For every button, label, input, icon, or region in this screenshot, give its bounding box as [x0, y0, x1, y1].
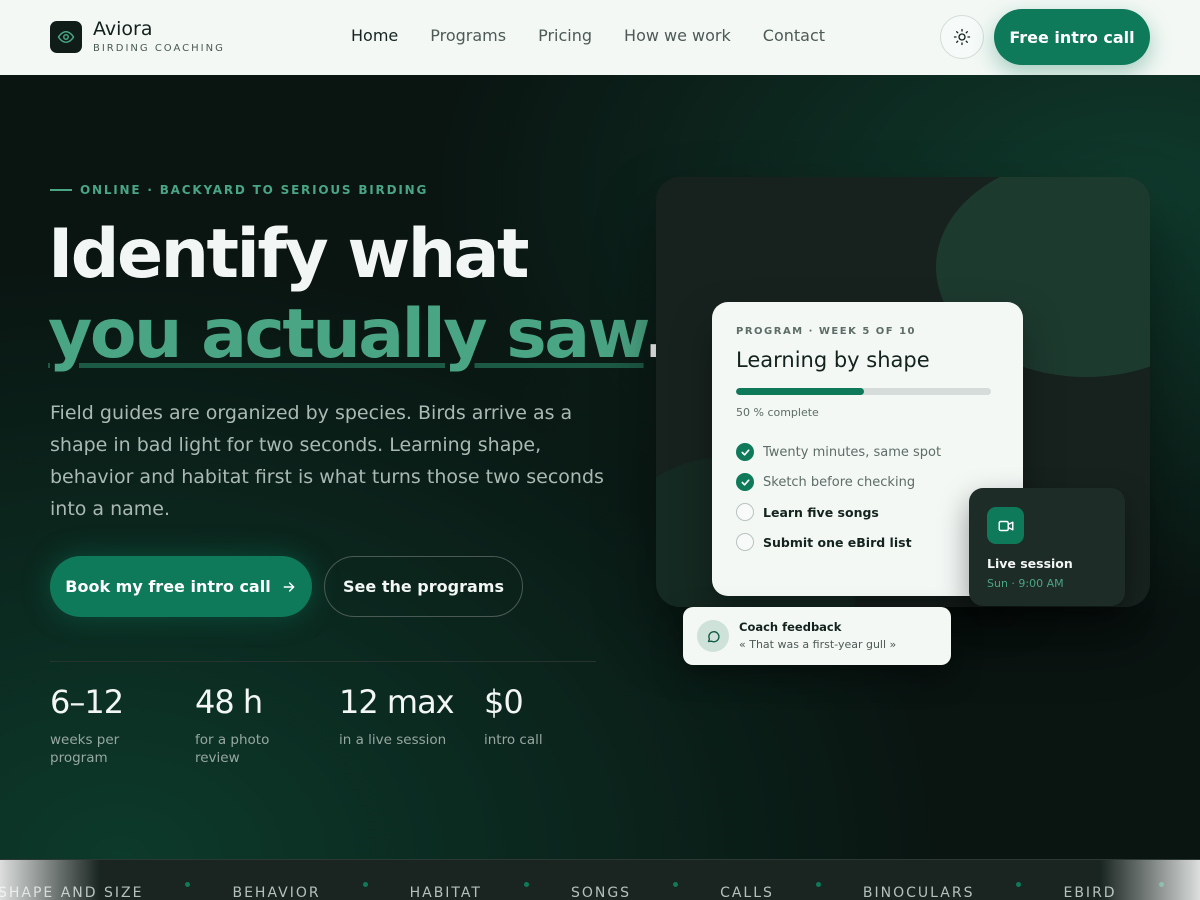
- task-label: Learn five songs: [763, 504, 879, 520]
- marquee-item: SONGS: [570, 885, 632, 900]
- stat-label: in a live session: [339, 732, 447, 748]
- empty-circle-icon: [736, 533, 754, 551]
- headline-line-2: you actually saw: [48, 295, 646, 374]
- eyebrow-text: ONLINE · BACKYARD TO SERIOUS BIRDING: [80, 183, 429, 197]
- free-intro-call-button[interactable]: Free intro call: [994, 9, 1150, 65]
- nav-pricing[interactable]: Pricing: [538, 26, 592, 45]
- stats-divider: [50, 661, 596, 662]
- feedback-quote: « That was a first-year gull »: [739, 638, 897, 651]
- stat-label: intro call: [484, 732, 543, 748]
- see-programs-button[interactable]: See the programs: [324, 556, 523, 617]
- program-title: Learning by shape: [736, 348, 930, 372]
- brand-name[interactable]: Aviora: [93, 18, 153, 40]
- stat-value: 12 max: [339, 683, 455, 721]
- marquee-item: HABITAT: [409, 885, 482, 900]
- stat-photo-review: 48 h for a photo review: [195, 683, 325, 767]
- theme-toggle-button[interactable]: [940, 15, 984, 59]
- stat-weeks: 6–12 weeks per program: [50, 683, 180, 767]
- feedback-title: Coach feedback: [739, 620, 842, 634]
- live-session-title: Live session: [987, 556, 1073, 571]
- nav-how-we-work[interactable]: How we work: [624, 26, 731, 45]
- marquee-item: CALLS: [720, 885, 774, 900]
- nav-home[interactable]: Home: [351, 26, 398, 45]
- sun-icon: [953, 28, 971, 46]
- logo-eye-icon[interactable]: [50, 21, 82, 53]
- program-progress-bar: [736, 388, 991, 395]
- marquee-separator-dot: [523, 882, 529, 887]
- check-icon: [736, 473, 754, 491]
- headline-line-1: Identify what: [48, 215, 530, 294]
- task-label: Sketch before checking: [763, 474, 916, 490]
- stat-value: 48 h: [195, 683, 263, 721]
- hero-lede: Field guides are organized by species. B…: [50, 402, 604, 520]
- nav-programs[interactable]: Programs: [430, 26, 506, 45]
- book-intro-call-label: Book my free intro call: [65, 577, 271, 596]
- stat-live-session: 12 max in a live session: [339, 683, 469, 749]
- marquee-track: SHAPE AND SIZEBEHAVIORHABITATSONGSCALLSB…: [0, 882, 1200, 900]
- marquee-separator-dot: [185, 882, 191, 887]
- hero-headline: Identify what you actually saw.: [48, 215, 669, 375]
- stat-value: 6–12: [50, 683, 124, 721]
- marquee-fade-right: [1100, 860, 1200, 900]
- check-icon: [736, 443, 754, 461]
- book-intro-call-button[interactable]: Book my free intro call: [50, 556, 312, 617]
- live-session-card[interactable]: Live session Sun · 9:00 AM: [969, 488, 1125, 606]
- stat-intro-call: $0 intro call: [484, 683, 614, 749]
- stat-label: for a photo review: [195, 732, 270, 766]
- nav-contact[interactable]: Contact: [763, 26, 825, 45]
- arrow-right-icon: [283, 581, 295, 592]
- live-session-time: Sun · 9:00 AM: [987, 577, 1064, 590]
- task-item[interactable]: Learn five songs: [736, 503, 879, 521]
- marquee-item: BEHAVIOR: [232, 885, 321, 900]
- program-kicker: PROGRAM · WEEK 5 OF 10: [736, 326, 916, 337]
- progress-label: 50 % complete: [736, 406, 819, 419]
- eyebrow-line: [50, 189, 72, 191]
- hero-eyebrow: ONLINE · BACKYARD TO SERIOUS BIRDING: [50, 183, 428, 197]
- marquee-separator-dot: [362, 882, 368, 887]
- brand-tagline: BIRDING COACHING: [93, 43, 225, 54]
- marquee-separator-dot: [673, 882, 679, 887]
- site-header: Aviora BIRDING COACHING Home Programs Pr…: [0, 0, 1200, 75]
- stat-label: weeks per program: [50, 732, 120, 766]
- task-item[interactable]: Twenty minutes, same spot: [736, 443, 941, 461]
- empty-circle-icon: [736, 503, 754, 521]
- marquee-separator-dot: [815, 882, 821, 887]
- task-label: Twenty minutes, same spot: [763, 444, 942, 460]
- video-icon: [987, 507, 1024, 544]
- stat-value: $0: [484, 683, 524, 721]
- progress-fill: [736, 388, 864, 395]
- marquee-item: BINOCULARS: [862, 885, 975, 900]
- marquee-separator-dot: [1016, 882, 1022, 887]
- task-label: Submit one eBird list: [763, 534, 912, 550]
- task-item[interactable]: Submit one eBird list: [736, 533, 912, 551]
- main-nav: Home Programs Pricing How we work Contac…: [351, 26, 857, 45]
- topics-marquee: SHAPE AND SIZEBEHAVIORHABITATSONGSCALLSB…: [0, 859, 1200, 900]
- marquee-fade-left: [0, 860, 100, 900]
- task-item[interactable]: Sketch before checking: [736, 473, 915, 491]
- chat-bubble-icon: [697, 620, 729, 652]
- coach-feedback-card[interactable]: Coach feedback « That was a first-year g…: [683, 607, 951, 665]
